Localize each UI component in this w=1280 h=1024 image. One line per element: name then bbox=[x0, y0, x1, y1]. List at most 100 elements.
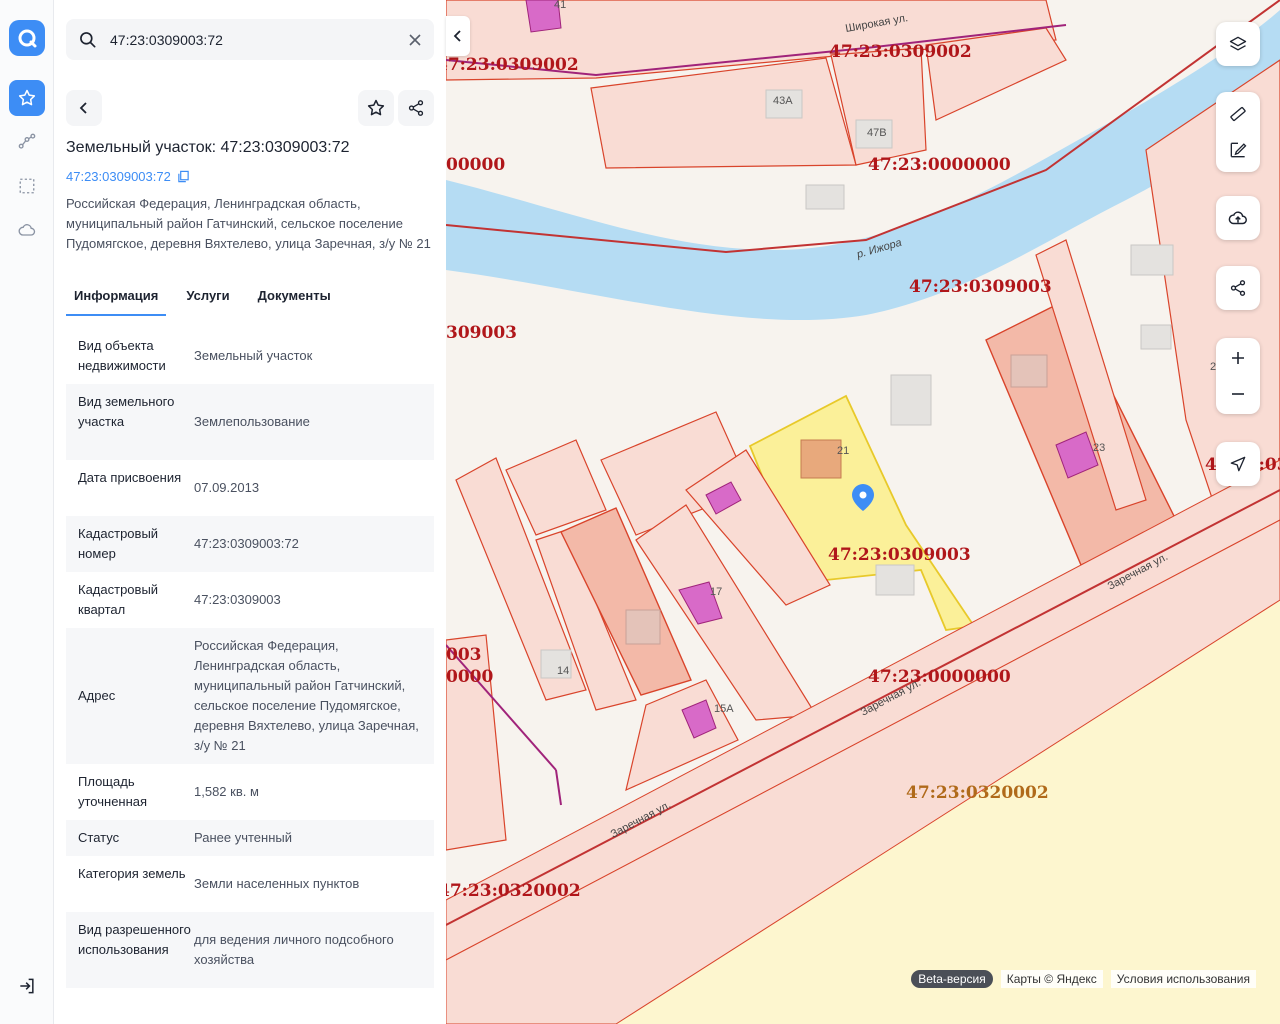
property-value: 47:23:0309003 bbox=[194, 592, 281, 607]
property-value: Земельный участок bbox=[194, 348, 313, 363]
map-view[interactable]: 41 43А 47В 21 23 17 14 15А 2 Широкая ул.… bbox=[446, 0, 1280, 1024]
property-value: Ранее учтенный bbox=[194, 830, 292, 845]
building-number: 41 bbox=[554, 0, 566, 11]
building bbox=[1010, 354, 1048, 388]
search-input[interactable] bbox=[110, 31, 408, 48]
cadastral-label: 003 bbox=[446, 645, 482, 665]
cadastral-number-text[interactable]: 47:23:0309003:72 bbox=[66, 169, 171, 184]
tab-information[interactable]: Информация bbox=[66, 280, 167, 316]
search-bar bbox=[66, 19, 434, 60]
building bbox=[800, 439, 842, 479]
building bbox=[625, 609, 661, 645]
property-value: 07.09.2013 bbox=[194, 480, 260, 495]
tab-bar: Информация Услуги Документы bbox=[66, 280, 434, 316]
ruler-icon bbox=[1230, 106, 1246, 122]
property-row: Площадь уточненная 1,582 кв. м bbox=[66, 764, 434, 820]
share-icon bbox=[1230, 280, 1246, 296]
building bbox=[805, 184, 845, 210]
app-logo[interactable] bbox=[9, 20, 45, 56]
property-row: Категория земель Земли населенных пунктов bbox=[66, 856, 434, 912]
cloud-icon bbox=[18, 224, 36, 236]
property-row: Кадастровый номер 47:23:0309003:72 bbox=[66, 516, 434, 572]
upload-button[interactable] bbox=[1216, 196, 1260, 240]
property-row: Вид разрешенного использования для ведени… bbox=[66, 912, 434, 988]
navigation-arrow-icon bbox=[1230, 456, 1246, 472]
property-row: Вид земельного участка Землепользование bbox=[66, 384, 434, 460]
property-row: Дата присвоения 07.09.2013 bbox=[66, 460, 434, 516]
property-value: 47:23:0309003:72 bbox=[194, 536, 299, 551]
logout-icon bbox=[20, 978, 34, 994]
cadastral-label: 47:23:0309002 bbox=[829, 42, 972, 62]
dashed-square-icon bbox=[19, 178, 35, 194]
cadastral-label: 47:23:0309003 bbox=[828, 545, 971, 565]
page-title: Земельный участок: 47:23:0309003:72 bbox=[66, 139, 350, 156]
cadastral-label: 309003 bbox=[446, 323, 517, 343]
property-key: Статус bbox=[78, 830, 120, 845]
property-row: Адрес Российская Федерация, Ленинградская… bbox=[66, 628, 434, 764]
locate-button[interactable] bbox=[1216, 442, 1260, 486]
cadastral-label: 47:23:0320002 bbox=[446, 881, 581, 901]
beta-badge: Beta-версия bbox=[911, 970, 993, 988]
chevron-left-icon bbox=[79, 102, 87, 114]
logout-nav-button[interactable] bbox=[9, 968, 45, 1004]
property-row: Статус Ранее учтенный bbox=[66, 820, 434, 856]
route-icon bbox=[18, 133, 36, 149]
building-number: 43А bbox=[773, 95, 793, 107]
building bbox=[1140, 324, 1172, 350]
yandex-maps-credit[interactable]: Карты © Яндекс bbox=[1000, 970, 1103, 988]
property-key: Дата присвоения bbox=[78, 470, 182, 485]
cadastral-label: 47:23:0000000 bbox=[868, 155, 1011, 175]
building-number: 47В bbox=[867, 127, 887, 139]
properties-table: Вид объекта недвижимости Земельный участо… bbox=[66, 328, 434, 988]
cadastral-label: 47:23:0309002 bbox=[446, 55, 579, 75]
building-number: 15А bbox=[714, 703, 734, 715]
star-icon bbox=[367, 99, 385, 116]
favorite-button[interactable] bbox=[358, 90, 394, 126]
property-row: Вид объекта недвижимости Земельный участо… bbox=[66, 328, 434, 384]
layers-button[interactable] bbox=[1216, 22, 1260, 66]
collapse-panel-button[interactable] bbox=[446, 16, 470, 56]
share-button[interactable] bbox=[398, 90, 434, 126]
route-nav-button[interactable] bbox=[9, 124, 45, 160]
cadastral-number-link[interactable]: 47:23:0309003:72 bbox=[66, 169, 190, 184]
property-key: Адрес bbox=[78, 688, 116, 703]
zoom-out-button[interactable] bbox=[1216, 376, 1260, 412]
property-value: Земли населенных пунктов bbox=[194, 876, 360, 891]
property-key: Кадастровый квартал bbox=[78, 582, 159, 617]
tab-documents[interactable]: Документы bbox=[250, 280, 339, 316]
map-share-button[interactable] bbox=[1216, 266, 1260, 310]
tab-services[interactable]: Услуги bbox=[178, 280, 237, 316]
building bbox=[875, 564, 915, 596]
zoom-controls bbox=[1216, 338, 1260, 414]
edit-button[interactable] bbox=[1216, 132, 1260, 168]
select-area-nav-button[interactable] bbox=[9, 168, 45, 204]
building-number: 14 bbox=[557, 665, 569, 677]
property-value: для ведения личного подсобного хозяйства bbox=[194, 932, 394, 967]
cadastral-label: 0000 bbox=[446, 667, 493, 687]
cadastral-label: 00000 bbox=[446, 155, 505, 175]
left-rail bbox=[0, 0, 54, 1024]
cloud-nav-button[interactable] bbox=[9, 212, 45, 248]
back-button[interactable] bbox=[66, 90, 102, 126]
copy-icon[interactable] bbox=[177, 170, 190, 183]
measure-tools bbox=[1216, 92, 1260, 172]
search-icon bbox=[80, 31, 96, 48]
property-row: Кадастровый квартал 47:23:0309003 bbox=[66, 572, 434, 628]
building-number: 23 bbox=[1093, 442, 1105, 454]
property-key: Вид разрешенного использования bbox=[78, 922, 191, 957]
terms-of-use-link[interactable]: Условия использования bbox=[1110, 970, 1256, 988]
clear-search-icon[interactable] bbox=[408, 33, 422, 47]
property-key: Вид земельного участка bbox=[78, 394, 175, 429]
info-panel: Земельный участок: 47:23:0309003:72 47:2… bbox=[54, 0, 446, 1024]
building bbox=[1130, 244, 1174, 276]
property-value: Российская Федерация, Ленинградская обла… bbox=[194, 638, 419, 753]
zoom-in-button[interactable] bbox=[1216, 340, 1260, 376]
building bbox=[890, 374, 932, 426]
building-number: 21 bbox=[837, 445, 849, 457]
property-key: Кадастровый номер bbox=[78, 526, 159, 561]
ruler-button[interactable] bbox=[1216, 96, 1260, 132]
parcel-address: Российская Федерация, Ленинградская обла… bbox=[66, 196, 431, 251]
layers-icon bbox=[1229, 36, 1247, 51]
map-canvas[interactable]: 41 43А 47В 21 23 17 14 15А 2 Широкая ул.… bbox=[446, 0, 1280, 1024]
favorites-nav-button[interactable] bbox=[9, 80, 45, 116]
